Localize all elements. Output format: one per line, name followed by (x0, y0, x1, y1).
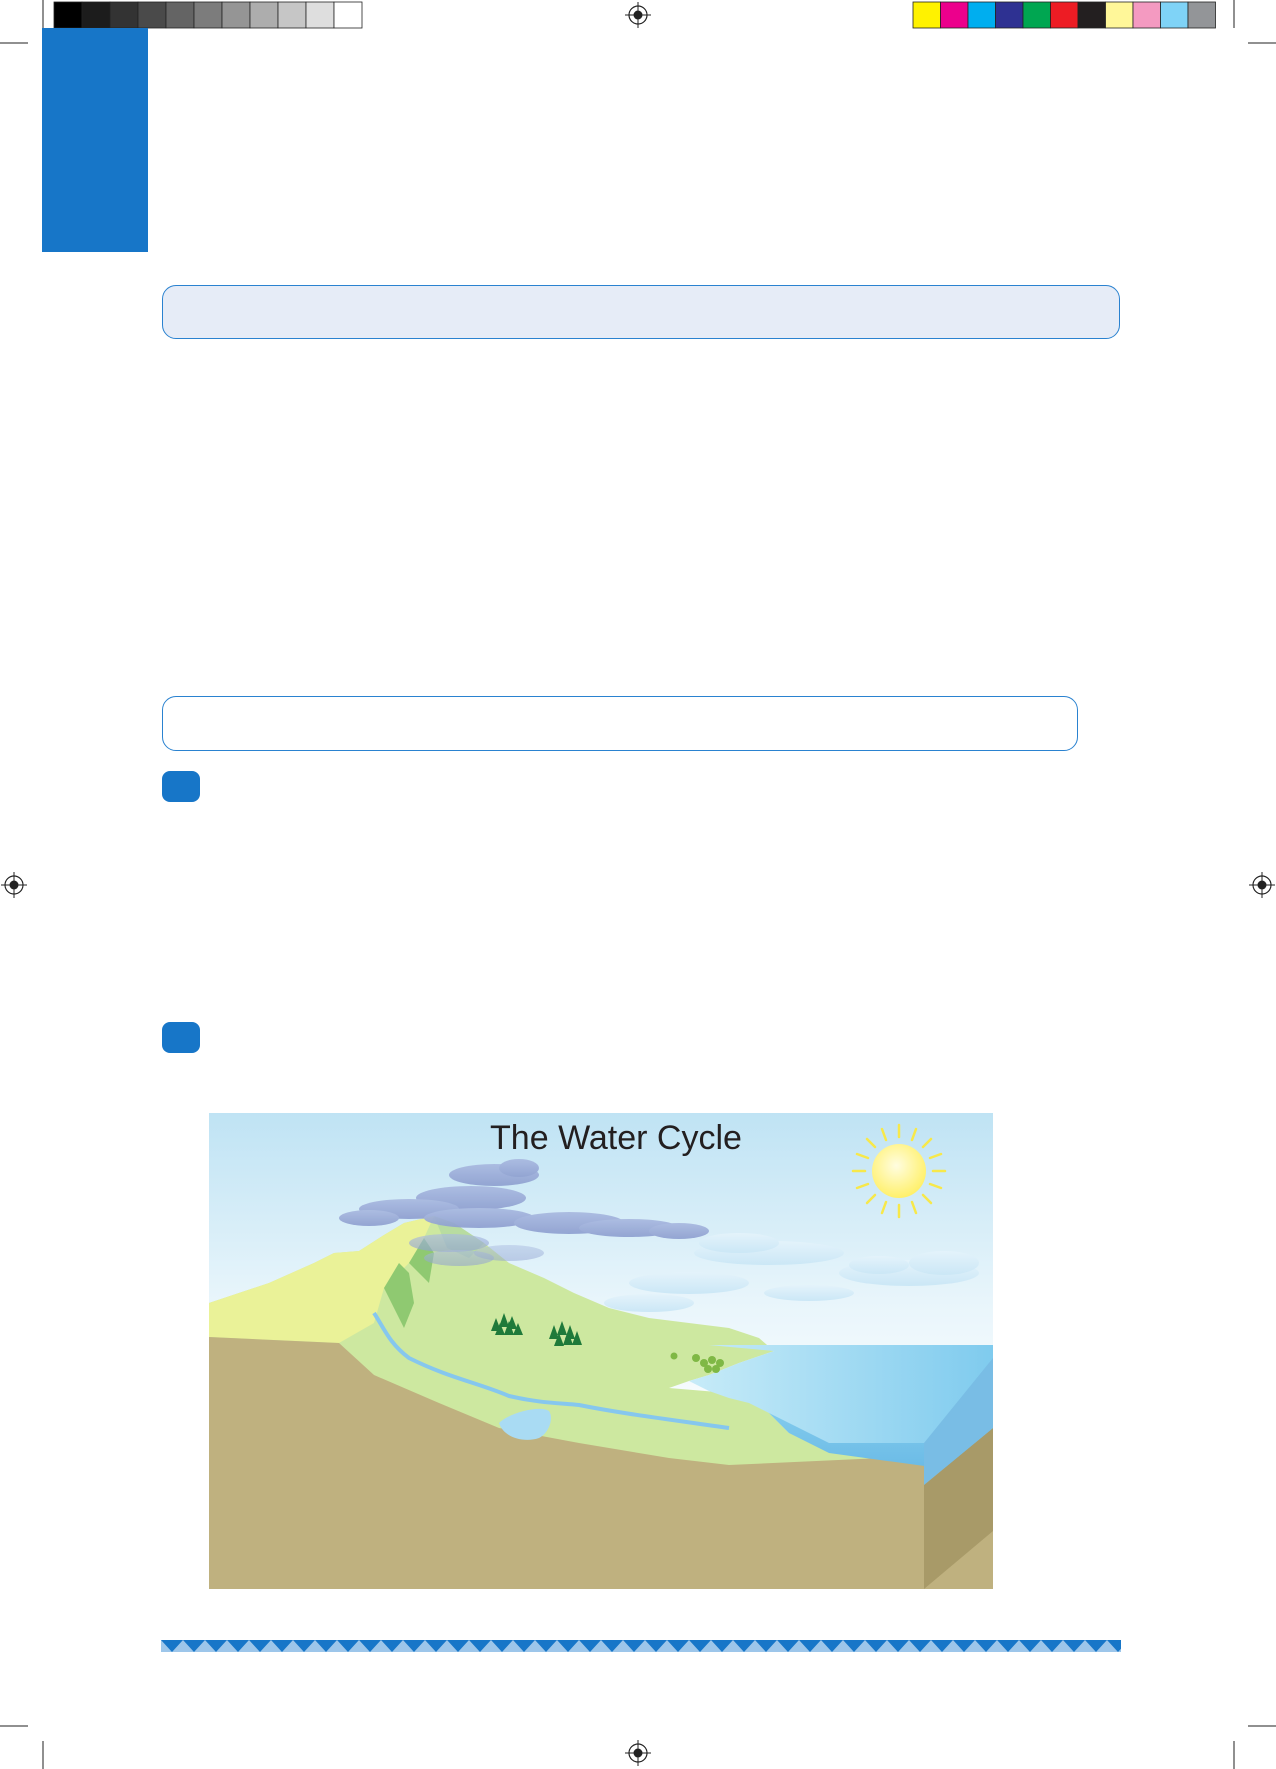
gray-swatch (305, 1, 335, 29)
color-swatch (1132, 1, 1161, 29)
color-swatch (1050, 1, 1079, 29)
gray-swatch (277, 1, 307, 29)
registration-mark (625, 1740, 651, 1766)
figure-title: The Water Cycle (490, 1119, 742, 1157)
heading-box (162, 285, 1120, 339)
registration-mark (1249, 872, 1275, 898)
question-number-badge (162, 1022, 200, 1053)
registration-mark (625, 2, 651, 28)
color-swatch (1187, 1, 1216, 29)
gray-swatch (193, 1, 223, 29)
section-box (162, 696, 1078, 751)
color-calibration-bar (912, 1, 1216, 29)
color-swatch (940, 1, 969, 29)
color-swatch (1022, 1, 1051, 29)
color-swatch (1105, 1, 1134, 29)
color-swatch (912, 1, 941, 29)
gray-swatch (333, 1, 363, 29)
gray-swatch (165, 1, 195, 29)
decorative-divider (161, 1640, 1121, 1652)
gray-swatch (53, 1, 83, 29)
color-swatch (1077, 1, 1106, 29)
chapter-tab (42, 28, 148, 252)
gray-swatch (249, 1, 279, 29)
color-swatch (1160, 1, 1189, 29)
color-swatch (967, 1, 996, 29)
gray-swatch (137, 1, 167, 29)
water-cycle-figure: The Water Cycle (209, 1113, 993, 1589)
gray-swatch (109, 1, 139, 29)
grayscale-calibration-bar (53, 1, 363, 29)
gray-swatch (81, 1, 111, 29)
question-number-badge (162, 771, 200, 802)
water-cycle-illustration (209, 1113, 993, 1589)
gray-swatch (221, 1, 251, 29)
registration-mark (1, 872, 27, 898)
color-swatch (995, 1, 1024, 29)
